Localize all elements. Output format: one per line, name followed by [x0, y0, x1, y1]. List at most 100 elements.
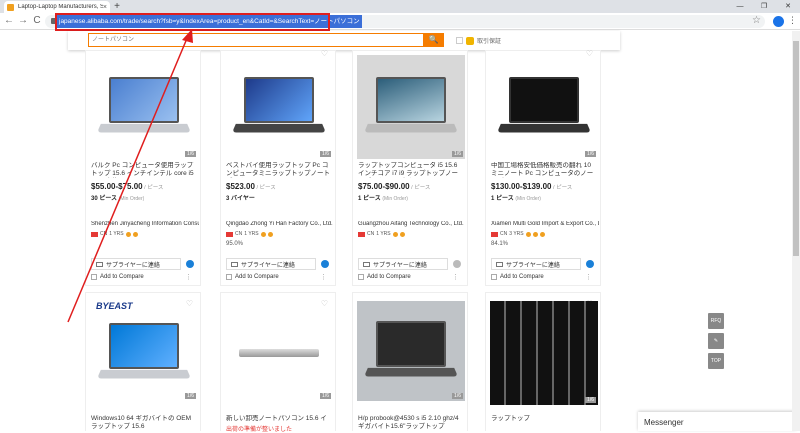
- supplier-name[interactable]: Xiamen Multi Gold Import & Export Co., L…: [491, 221, 599, 227]
- product-image[interactable]: [490, 55, 598, 159]
- supplier-badges: CN 3 YRS: [491, 231, 545, 237]
- product-title[interactable]: ラップトップコンピュータ i5 15.6 インチコア i7 i9 ラップトップノ…: [358, 162, 464, 178]
- medal-icon: [525, 231, 531, 237]
- supplier-name[interactable]: Qingdao Zhong Yi Han Factory Co., Ltd.: [226, 221, 334, 227]
- product-title[interactable]: バルク Pc コンピュータ使用ラップトップ 15.6 インチインテル core …: [91, 162, 197, 178]
- product-image[interactable]: [225, 55, 333, 159]
- product-price: $523.00 / ピース: [226, 182, 276, 191]
- product-price: $75.00-$90.00 / ピース: [358, 182, 431, 191]
- tab-close-icon[interactable]: ×: [103, 4, 107, 11]
- product-title[interactable]: 新しい卸売ノートパソコン 15.6 インチ J3...: [226, 415, 332, 423]
- product-price: $130.00-$139.00 / ピース: [491, 182, 573, 191]
- product-price: $55.00-$75.00 / ピース: [91, 182, 164, 191]
- china-flag-icon: [358, 231, 365, 237]
- envelope-icon: [96, 261, 103, 267]
- browser-menu-icon[interactable]: ⋮: [788, 15, 797, 26]
- more-icon[interactable]: ⋮: [585, 273, 592, 281]
- product-image[interactable]: [225, 311, 333, 395]
- response-rate: 84.1%: [491, 241, 509, 247]
- product-image[interactable]: [490, 301, 598, 405]
- china-flag-icon: [226, 231, 233, 237]
- maximize-button[interactable]: ❐: [752, 0, 776, 13]
- product-card[interactable]: 1/6 H/p probook@4530 s i5 2.10 ghz/4 ギガバ…: [352, 292, 468, 431]
- window-controls: — ❐ ✕: [728, 0, 800, 13]
- product-card[interactable]: ♡ 1/6 ラップトップ: [485, 292, 601, 431]
- contact-supplier-button[interactable]: サプライヤーに連絡: [358, 258, 448, 270]
- product-card[interactable]: ♡ 1/6 ベストバイ使用ラップトップ Pc コンピュータミニラップトップノート…: [220, 49, 336, 286]
- bookmark-star-icon[interactable]: ☆: [752, 15, 761, 26]
- compare-checkbox[interactable]: [491, 274, 497, 280]
- scrollbar[interactable]: [792, 31, 800, 431]
- product-title[interactable]: ラップトップ: [491, 415, 597, 431]
- more-icon[interactable]: ⋮: [185, 273, 192, 281]
- more-icon[interactable]: ⋮: [320, 273, 327, 281]
- china-flag-icon: [491, 231, 498, 237]
- add-to-compare[interactable]: Add to Compare: [491, 274, 544, 280]
- heart-icon[interactable]: ♡: [321, 49, 328, 58]
- product-card[interactable]: 1/6 ラップトップコンピュータ i5 15.6 インチコア i7 i9 ラップ…: [352, 50, 468, 286]
- contact-supplier-button[interactable]: サプライヤーに連絡: [491, 258, 581, 270]
- add-to-compare[interactable]: Add to Compare: [91, 274, 144, 280]
- image-page-badge: 1/6: [185, 151, 196, 157]
- tab-title: Laptop-Laptop Manufacturers, S: [18, 4, 103, 10]
- supplier-name[interactable]: Shenzhen Jinyacheng Information Consul..…: [91, 221, 199, 227]
- minimize-button[interactable]: —: [728, 0, 752, 13]
- product-card[interactable]: ♡ 1/6 新しい卸売ノートパソコン 15.6 インチ J3... 出荷の準備が…: [220, 292, 336, 433]
- compare-checkbox[interactable]: [91, 274, 97, 280]
- url-highlight-box: [55, 13, 330, 31]
- close-window-button[interactable]: ✕: [776, 0, 800, 13]
- product-title[interactable]: H/p probook@4530 s i5 2.10 ghz/4 ギガバイト15…: [358, 415, 464, 431]
- trade-assurance-filter[interactable]: 取引保証: [456, 36, 501, 45]
- scrollbar-thumb[interactable]: [793, 41, 799, 256]
- search-input[interactable]: ノートパソコン: [88, 33, 444, 47]
- product-title[interactable]: 中国工場格安低価格販売の翻れ 10 ミニノート Pc コンピュータのノートパソコ…: [491, 162, 597, 178]
- medal-icon: [132, 231, 138, 237]
- product-image[interactable]: [357, 55, 465, 159]
- china-flag-icon: [91, 231, 98, 237]
- product-title[interactable]: Windows10 64 ギガバイトの OEM ラップトップ 15.6: [91, 415, 197, 431]
- chat-icon[interactable]: [186, 260, 194, 268]
- ready-to-ship-tag: 出荷の準備が整いました: [226, 427, 293, 433]
- product-image[interactable]: [357, 301, 465, 401]
- heart-icon[interactable]: ♡: [586, 49, 593, 58]
- rfq-button[interactable]: RFQ: [708, 313, 724, 329]
- feedback-button[interactable]: ✎: [708, 333, 724, 349]
- image-page-badge: 1/6: [320, 393, 331, 399]
- contact-supplier-button[interactable]: サプライヤーに連絡: [91, 258, 181, 270]
- back-button[interactable]: ←: [3, 15, 15, 27]
- chat-icon[interactable]: [586, 260, 594, 268]
- supplier-badges: CN 1 YRS: [91, 231, 138, 237]
- product-title[interactable]: ベストバイ使用ラップトップ Pc コンピュータミニラップトップノートブック: [226, 162, 332, 178]
- image-page-badge: 1/6: [585, 397, 596, 403]
- contact-supplier-button[interactable]: サプライヤーに連絡: [226, 258, 316, 270]
- heart-icon[interactable]: ♡: [186, 299, 193, 308]
- back-to-top-button[interactable]: TOP: [708, 353, 724, 369]
- tab-bar: Laptop-Laptop Manufacturers, S × + — ❐ ✕: [0, 0, 800, 13]
- compare-checkbox[interactable]: [358, 274, 364, 280]
- chat-icon[interactable]: [321, 260, 329, 268]
- new-tab-button[interactable]: +: [110, 0, 124, 13]
- search-button[interactable]: 🔍: [423, 33, 444, 47]
- supplier-name[interactable]: Guangzhou Aifang Technology Co., Ltd.: [358, 221, 466, 227]
- product-image[interactable]: [90, 55, 198, 159]
- profile-avatar[interactable]: [773, 16, 784, 27]
- product-image[interactable]: [90, 311, 198, 395]
- add-to-compare[interactable]: Add to Compare: [358, 274, 411, 280]
- product-card[interactable]: BYEAST ♡ 1/6 Windows10 64 ギガバイトの OEM ラップ…: [85, 292, 201, 431]
- messenger-panel[interactable]: Messenger: [638, 412, 796, 431]
- more-icon[interactable]: ⋮: [452, 273, 459, 281]
- forward-button[interactable]: →: [17, 15, 29, 27]
- add-to-compare[interactable]: Add to Compare: [226, 274, 279, 280]
- browser-tab[interactable]: Laptop-Laptop Manufacturers, S ×: [4, 1, 110, 13]
- trade-assurance-checkbox[interactable]: [456, 37, 463, 44]
- supplier-badges: CN 1 YRS: [358, 231, 405, 237]
- product-card[interactable]: 1/6 バルク Pc コンピュータ使用ラップトップ 15.6 インチインテル c…: [85, 50, 201, 286]
- product-card[interactable]: ♡ 1/6 中国工場格安低価格販売の翻れ 10 ミニノート Pc コンピュータの…: [485, 49, 601, 286]
- shield-icon: [466, 36, 474, 45]
- compare-checkbox[interactable]: [226, 274, 232, 280]
- image-page-badge: 1/6: [452, 393, 463, 399]
- chat-icon[interactable]: [453, 260, 461, 268]
- search-bar: ノートパソコン 🔍 取引保証: [68, 31, 620, 50]
- heart-icon[interactable]: ♡: [321, 299, 328, 308]
- reload-button[interactable]: C: [31, 15, 43, 27]
